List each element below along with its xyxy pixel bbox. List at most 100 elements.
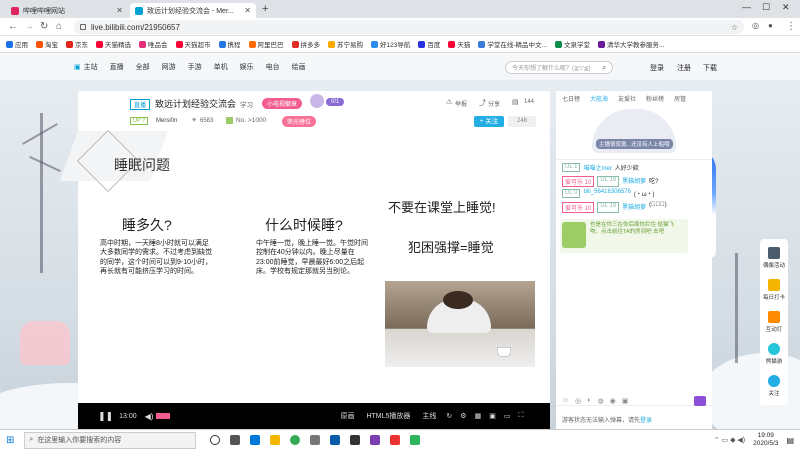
app-icon[interactable] — [310, 435, 321, 445]
pause-icon[interactable]: ❚❚ — [98, 411, 113, 422]
follow-side-button[interactable]: 关注 — [760, 375, 788, 397]
nav-online-games[interactable]: 网游 — [162, 62, 176, 72]
bookmark-item[interactable]: 拼多多 — [291, 39, 320, 49]
chat-user[interactable]: 喵喵之mer — [583, 163, 611, 172]
bookmark-item[interactable]: 京东 — [66, 39, 88, 49]
nav-entertainment[interactable]: 娱乐 — [240, 62, 254, 72]
interaction-button[interactable]: 互动打 — [760, 311, 788, 333]
daily-checkin-button[interactable]: 每日打卡 — [760, 279, 788, 301]
danmaku-settings-icon[interactable]: ⚙ — [460, 412, 466, 420]
report-icon[interactable]: ⚠ — [446, 98, 452, 106]
share-link[interactable]: 分享 — [488, 99, 500, 108]
tab-live-room[interactable]: 致远计划经验交流会 - Mer... ✕ — [130, 3, 256, 18]
bookmark-item[interactable]: 携程 — [218, 39, 241, 49]
bookmark-item[interactable]: 天猫精选 — [96, 39, 131, 49]
system-tray-icons[interactable]: ⌃ ▭ ◆ ◀) — [714, 436, 745, 444]
bookmark-item[interactable]: 唯品会 — [139, 39, 168, 49]
download-link[interactable]: 下载 — [703, 63, 717, 73]
send-icon[interactable] — [694, 396, 706, 406]
chrome-icon[interactable] — [290, 435, 301, 445]
tab-bilibili[interactable]: 哔哩哔哩网站 ✕ — [6, 3, 128, 18]
report-link[interactable]: 举报 — [455, 99, 467, 108]
volume-icon[interactable]: ◀) — [145, 412, 154, 421]
danmaku-toggle-icon[interactable]: ▦ — [475, 412, 482, 420]
refresh-icon[interactable]: ↻ — [446, 412, 452, 420]
pip-icon[interactable]: ▣ — [489, 412, 496, 420]
edge-icon[interactable] — [250, 435, 261, 445]
home-icon[interactable]: ⌂ — [56, 21, 62, 32]
close-tab-icon[interactable]: ✕ — [244, 6, 251, 15]
close-window-icon[interactable]: ✕ — [782, 2, 790, 13]
vote-icon[interactable]: ◉ — [610, 397, 616, 405]
close-tab-icon[interactable]: ✕ — [116, 6, 123, 15]
profile-icon[interactable]: ● — [768, 21, 773, 30]
bookmark-item[interactable]: 文泉学堂 — [554, 39, 590, 49]
bookmark-item[interactable]: 阿里巴巴 — [248, 39, 284, 49]
chat-user[interactable]: 黑猫胡萝 — [622, 176, 646, 187]
chat-user[interactable]: bili_56416306576 — [583, 189, 630, 198]
video-player[interactable]: 睡眠问题 睡多久? 高中时期，一天睡8小时就可以满足大多数同学的需求。不过考虑到… — [59, 129, 550, 429]
fan-medal[interactable]: 0/1 — [326, 98, 345, 106]
lottery-icon[interactable]: ◍ — [598, 397, 604, 405]
file-explorer-icon[interactable] — [270, 435, 281, 445]
nav-live[interactable]: 直播 — [110, 62, 124, 72]
home-link[interactable]: 主站 — [84, 62, 98, 72]
cortana-icon[interactable] — [210, 435, 221, 445]
nav-radio[interactable]: 电台 — [266, 62, 280, 72]
panda-game-button[interactable]: 熊猫游 — [760, 343, 788, 365]
visual-studio-icon[interactable] — [370, 435, 381, 445]
bookmark-item[interactable]: 淘宝 — [36, 39, 58, 49]
room-category[interactable]: 学习 — [240, 99, 253, 109]
gift-icon[interactable]: ◎ — [575, 397, 581, 405]
tab-weekly-rank[interactable]: 七日榜 — [562, 94, 580, 103]
nav-all[interactable]: 全部 — [136, 62, 150, 72]
small-tv-badge[interactable]: 小电视徽章 — [262, 98, 303, 109]
bookmark-item[interactable]: 好123导航 — [371, 39, 410, 49]
gift-notice[interactable]: 也是在你三在你后面你拦住 给猫飞吻，点击前往TA的房间吧 去吧 — [560, 219, 688, 253]
bookmark-item[interactable]: 天猫 — [448, 39, 470, 49]
bookmark-item[interactable]: 应用 — [6, 39, 28, 49]
follow-button[interactable]: + 关注 — [474, 116, 504, 127]
share-icon[interactable]: ⤴ — [479, 98, 486, 108]
search-icon[interactable]: ⌕ — [602, 63, 606, 73]
menu-icon[interactable]: ⋮ — [786, 21, 796, 32]
maximize-icon[interactable]: ☐ — [762, 2, 770, 13]
more-icon[interactable]: ▣ — [622, 397, 629, 405]
chat-user[interactable]: 黑猫胡萝 — [622, 202, 646, 213]
bookmark-item[interactable]: 清华大学教参服务... — [597, 39, 664, 49]
nav-drawing[interactable]: 绘画 — [292, 62, 306, 72]
bookmark-star-icon[interactable]: ☆ — [731, 23, 738, 32]
extension-icon[interactable]: ◎ — [752, 21, 759, 30]
uploader-name[interactable]: Mersi0n — [156, 118, 177, 124]
clock[interactable]: 19:09 2020/5/3 — [753, 432, 778, 448]
chat-login-link[interactable]: 登录 — [640, 418, 652, 424]
fullscreen-icon[interactable]: ⛶ — [518, 412, 523, 420]
taskbar-search[interactable]: ⌕ 在这里输入你要搜索的内容 — [24, 431, 197, 449]
honor-badge[interactable]: 荣光榜位 — [282, 116, 317, 127]
bookmark-item[interactable]: 百度 — [418, 39, 440, 49]
nav-mobile-games[interactable]: 手游 — [188, 62, 202, 72]
bookmark-item[interactable]: 苏宁易购 — [328, 39, 363, 49]
bookmark-item[interactable]: 学堂在线-精品中文... — [478, 39, 547, 49]
tab-fans[interactable]: 粉丝榜 — [646, 94, 664, 103]
notifications-icon[interactable]: ▤ — [786, 436, 794, 445]
windows-start-icon[interactable]: ⊞ — [6, 435, 14, 446]
tab-friends[interactable]: 友爱社 — [618, 94, 636, 103]
avatar[interactable] — [310, 94, 324, 108]
address-bar[interactable]: live.bilibili.com/21950657 ☆ — [74, 20, 744, 34]
html5-player-label[interactable]: HTML5播放器 — [366, 411, 410, 421]
task-view-icon[interactable] — [230, 435, 241, 445]
back-icon[interactable]: ← — [8, 21, 18, 32]
reload-icon[interactable]: ↻ — [40, 21, 48, 32]
idol-activity-button[interactable]: 偶像活动 — [760, 247, 788, 269]
typora-icon[interactable] — [350, 435, 361, 445]
new-tab-button[interactable]: + — [262, 3, 268, 15]
tv-logo-icon[interactable]: ▣ — [74, 63, 81, 71]
login-link[interactable]: 登录 — [650, 63, 664, 73]
search-input[interactable]: 今天你想了解什么呢？(≧▽≦) — [505, 61, 613, 74]
volume-slider[interactable] — [156, 413, 171, 419]
tab-guard[interactable]: 大航海 — [590, 94, 608, 103]
line-selector[interactable]: 主线 — [422, 411, 436, 421]
danmaku-style-icon[interactable]: ◐ — [587, 397, 591, 405]
minimize-icon[interactable]: — — [742, 2, 751, 12]
